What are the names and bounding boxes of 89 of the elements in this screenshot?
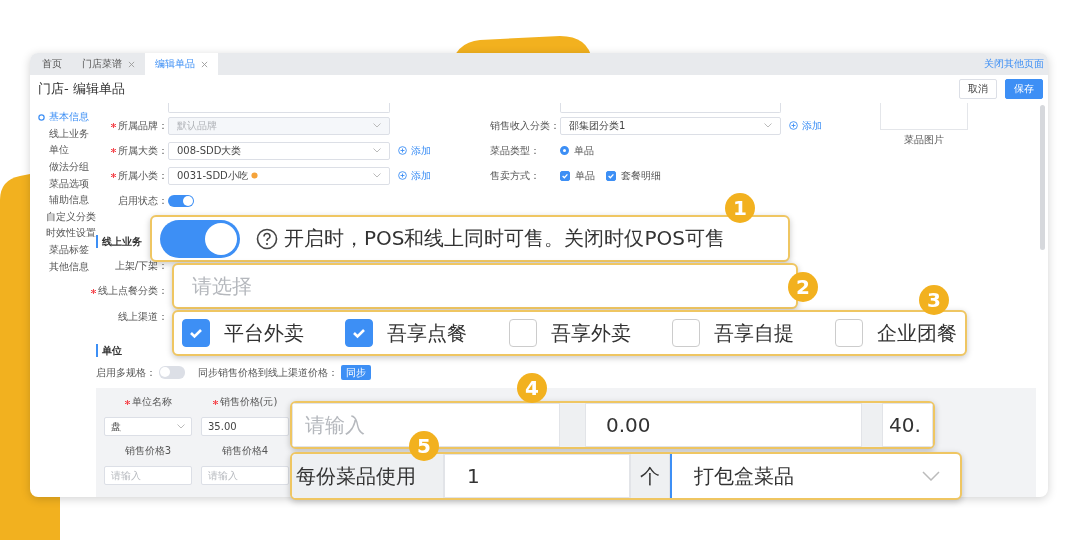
input-field[interactable]: 40.: [882, 403, 933, 447]
field-label: 销售收入分类：: [490, 119, 560, 131]
checkbox[interactable]: [560, 170, 570, 181]
field-label: 启用状态：: [118, 193, 168, 208]
sidebar-item[interactable]: 其他信息: [30, 258, 96, 275]
select-field[interactable]: 盘: [104, 417, 192, 436]
checkbox[interactable]: [606, 170, 616, 181]
input-field[interactable]: [168, 103, 390, 113]
checkbox[interactable]: [508, 319, 537, 347]
input-prefix: 每份菜品使用: [292, 454, 444, 498]
field-label: 上架/下架：: [114, 258, 168, 273]
hint-text: 开启时，POS和线上同时可售。关闭时仅POS可售: [284, 225, 725, 252]
select-field[interactable]: 邵集团分类1: [560, 116, 781, 135]
plus-circle-icon: [789, 121, 798, 130]
input-field[interactable]: 1: [444, 454, 630, 498]
sidebar-item[interactable]: 时效性设置: [30, 225, 96, 242]
select-field[interactable]: 打包盒菜品: [670, 454, 960, 498]
plus-circle-icon: [398, 171, 407, 180]
image-caption: 菜品图片: [904, 133, 944, 147]
sidebar-item[interactable]: 菜品选项: [30, 175, 96, 192]
sidebar-item[interactable]: 做法分组: [30, 158, 96, 176]
radio-button[interactable]: [560, 146, 569, 155]
select-field[interactable]: 0031-SDD小吃: [168, 166, 390, 185]
chevron-down-icon: [373, 123, 381, 128]
radio-label: 单品: [574, 143, 594, 158]
close-icon[interactable]: [128, 60, 135, 68]
cancel-button[interactable]: 取消: [959, 79, 997, 99]
field-label: 启用多规格：: [96, 365, 156, 380]
check-icon: [561, 171, 569, 180]
column-header: 销售价格3: [124, 444, 172, 458]
add-link[interactable]: 添加: [789, 118, 822, 133]
sidebar-item[interactable]: 基本信息: [30, 109, 96, 126]
checkbox[interactable]: [345, 319, 374, 347]
toggle-switch[interactable]: [160, 219, 240, 258]
field-label: 线上渠道：: [118, 309, 168, 324]
ring-icon: [38, 113, 45, 121]
input-field[interactable]: 35.00: [201, 417, 289, 436]
check-icon: [607, 171, 615, 180]
chevron-down-icon: [373, 173, 381, 178]
field-label: 菜品类型：: [490, 144, 540, 156]
tab[interactable]: 编辑单品: [145, 53, 218, 75]
sidebar-item[interactable]: 线上业务: [30, 125, 96, 143]
checkbox-label: 平台外卖: [224, 319, 304, 347]
chevron-down-icon: [922, 471, 940, 481]
checkbox-label: 单品: [575, 168, 595, 183]
input-field[interactable]: [560, 103, 781, 113]
sidebar-item[interactable]: 单位: [30, 142, 96, 159]
question-circle-icon: [256, 227, 278, 250]
input-field[interactable]: 请输入: [201, 466, 289, 485]
checkbox[interactable]: [671, 319, 700, 347]
chevron-down-icon: [764, 123, 772, 128]
sidebar-item[interactable]: 菜品标签: [30, 241, 96, 259]
image-placeholder[interactable]: [880, 103, 968, 130]
input-field[interactable]: 请输入: [104, 466, 192, 485]
column-header: 单位名称: [131, 395, 172, 409]
column-header: 销售价格4: [221, 444, 269, 458]
field-label: 线上点餐分类：: [98, 284, 168, 299]
checkbox[interactable]: [182, 319, 210, 347]
field-label: 所属大类：: [118, 143, 168, 158]
toggle-switch[interactable]: [159, 366, 185, 379]
close-icon[interactable]: [201, 60, 208, 68]
checkbox-label: 套餐明细: [621, 168, 661, 183]
unit-suffix: 个: [630, 454, 670, 498]
field-label: 所属品牌：: [118, 118, 168, 133]
field-label: 售卖方式：: [490, 169, 540, 181]
field-label: 同步销售价格到线上渠道价格：: [198, 365, 338, 380]
checkbox-label: 吾享点餐: [387, 319, 468, 347]
chevron-down-icon: [177, 424, 185, 429]
chevron-down-icon: [373, 148, 381, 153]
section-title: 线上业务: [96, 235, 142, 248]
checkbox[interactable]: [835, 319, 863, 347]
checkbox-label: 企业团餐: [877, 319, 957, 347]
checkbox-label: 吾享自提: [713, 319, 794, 347]
sidebar-item[interactable]: 辅助信息: [30, 191, 96, 209]
toggle-switch[interactable]: [168, 194, 194, 207]
select-field[interactable]: 008-SDD大类: [168, 141, 390, 160]
plus-circle-icon: [398, 146, 407, 155]
scrollbar-thumb[interactable]: [1040, 105, 1045, 250]
page-title: 门店- 编辑单品: [38, 80, 125, 98]
column-header: 销售价格(元): [219, 395, 278, 409]
checkbox-label: 吾享外卖: [550, 319, 631, 347]
input-field[interactable]: 0.00: [585, 403, 862, 447]
sidebar-item[interactable]: 自定义分类: [30, 208, 96, 226]
add-link[interactable]: 添加: [398, 168, 431, 183]
tab[interactable]: 首页: [32, 53, 72, 75]
field-label: 所属小类：: [118, 168, 168, 183]
section-title: 单位: [96, 343, 122, 357]
add-link[interactable]: 添加: [398, 143, 431, 158]
tab[interactable]: 门店菜谱: [72, 53, 145, 75]
